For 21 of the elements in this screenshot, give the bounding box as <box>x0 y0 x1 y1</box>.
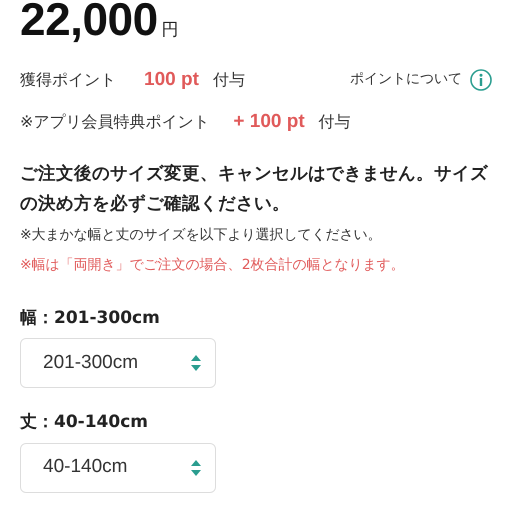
sort-arrows-icon <box>191 355 201 371</box>
price: 22,000 <box>20 0 158 42</box>
size-select[interactable]: 40-140cm <box>20 442 216 492</box>
size-select[interactable]: 201-300cm <box>20 338 216 388</box>
option-label: 丈：40-140cm <box>20 411 149 434</box>
points-label: ※アプリ会員特典ポイント <box>20 111 210 134</box>
sort-arrows-icon <box>191 460 201 476</box>
points-value: + 100 pt <box>233 110 305 134</box>
select-value: 201-300cm <box>43 350 138 375</box>
points-label: 獲得ポイント <box>20 68 116 91</box>
notice-text: ご注文後のサイズ変更、キャンセルはできません。サイズの決め方を必ずご確認ください。 <box>20 162 489 216</box>
note-text: ※幅は「両開き」でご注文の場合、2枚合計の幅となります。 <box>20 256 406 274</box>
points-info-link[interactable]: ポイントについて <box>350 69 462 90</box>
currency-unit: 円 <box>162 19 179 42</box>
info-icon[interactable] <box>470 68 492 91</box>
option-label: 幅：201-300cm <box>20 306 161 330</box>
points-suffix: 付与 <box>212 68 245 91</box>
points-value: 100 pt <box>144 68 199 92</box>
points-suffix: 付与 <box>318 111 351 134</box>
select-value: 40-140cm <box>43 455 128 480</box>
note-text: ※大まかな幅と丈のサイズを以下より選択してください。 <box>20 226 383 244</box>
